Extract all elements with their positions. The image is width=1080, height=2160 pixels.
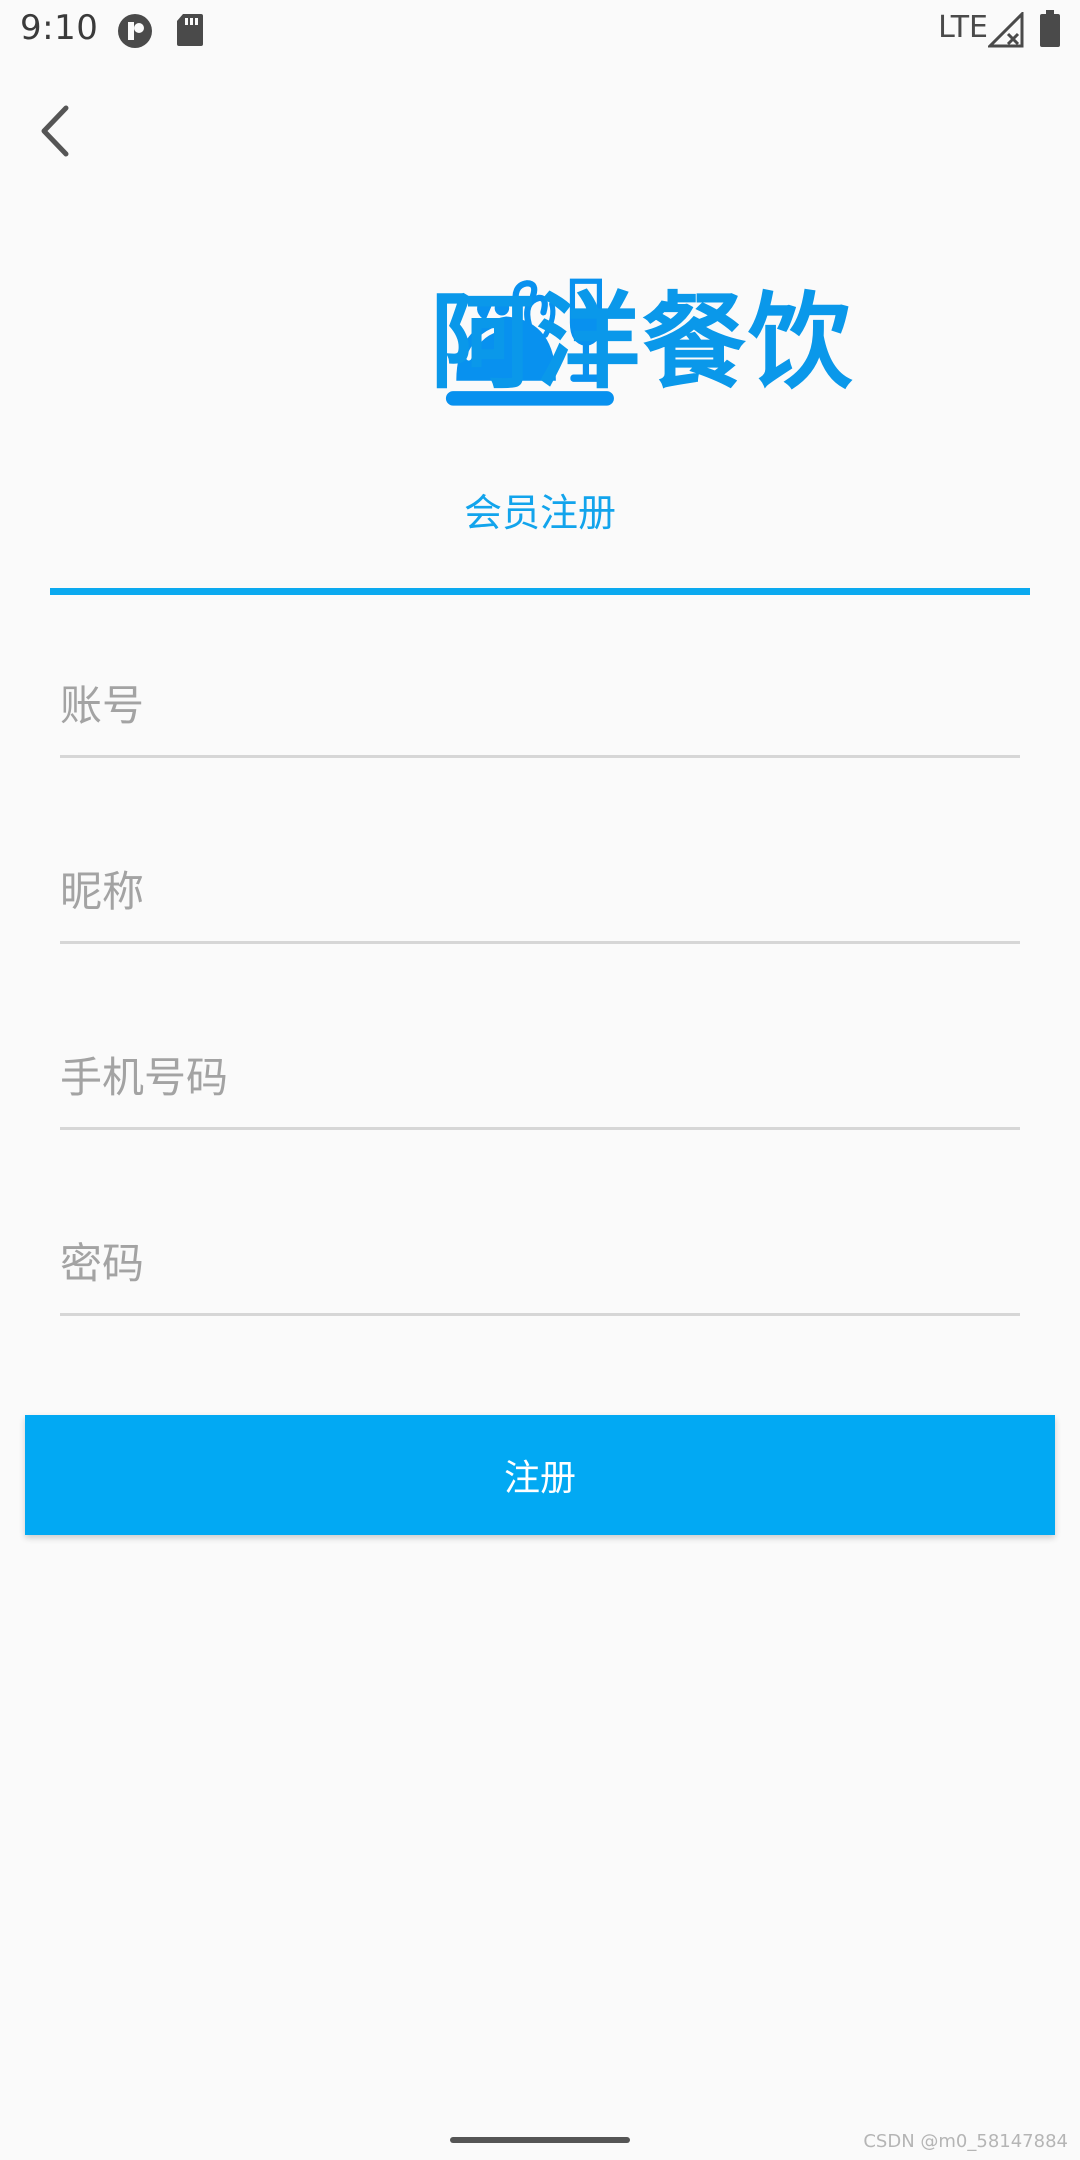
- chevron-left-icon: [41, 105, 69, 157]
- nickname-input[interactable]: [60, 841, 1020, 944]
- account-input[interactable]: [60, 655, 1020, 758]
- password-input[interactable]: [60, 1213, 1020, 1316]
- gesture-nav-handle[interactable]: [450, 2137, 630, 2143]
- phone-field: [60, 1027, 1020, 1137]
- status-bar: 9:10 LTE: [0, 0, 1080, 62]
- tab-indicator: [50, 588, 1030, 595]
- phone-input[interactable]: [60, 1027, 1020, 1130]
- watermark: CSDN @m0_58147884: [863, 2131, 1068, 2152]
- password-field: [60, 1213, 1020, 1323]
- account-field: [60, 655, 1020, 765]
- app-name: 阿洋餐饮: [430, 281, 855, 403]
- app-circle-icon: [118, 14, 152, 48]
- network-type: LTE: [938, 10, 988, 45]
- back-button[interactable]: [28, 96, 84, 166]
- sd-card-icon: [177, 14, 203, 46]
- battery-icon: [1040, 10, 1060, 47]
- tab-member-register[interactable]: 会员注册: [0, 483, 1080, 543]
- nickname-field: [60, 841, 1020, 951]
- status-time: 9:10: [20, 8, 99, 48]
- register-button[interactable]: 注册: [25, 1415, 1055, 1535]
- signal-off-icon: [988, 12, 1024, 48]
